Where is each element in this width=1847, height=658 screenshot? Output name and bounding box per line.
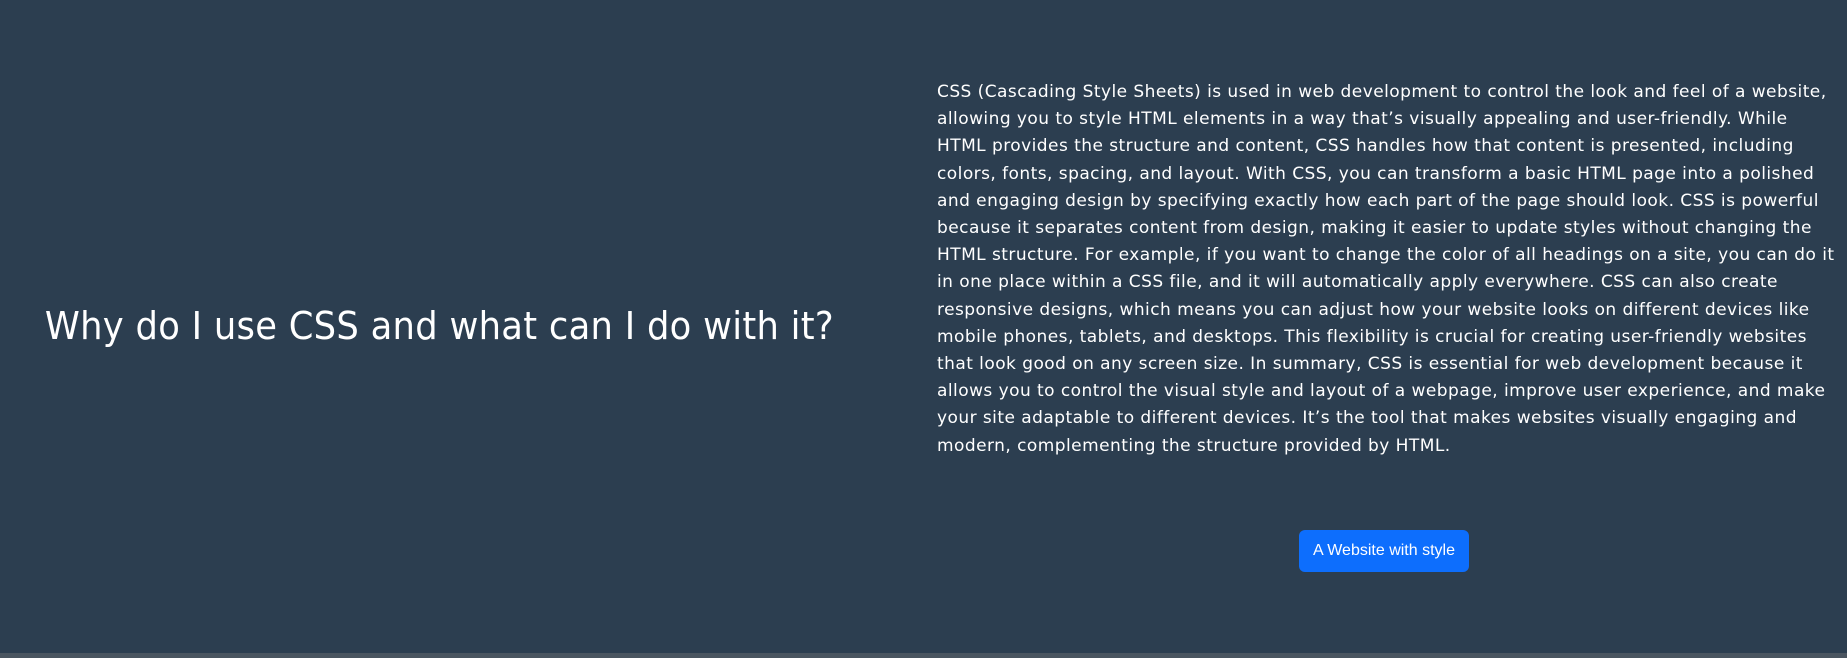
- page-title: Why do I use CSS and what can I do with …: [45, 303, 835, 348]
- button-container: A Website with style: [937, 530, 1837, 572]
- bottom-divider: [0, 653, 1847, 658]
- website-with-style-button[interactable]: A Website with style: [1299, 530, 1469, 572]
- css-info-section: Why do I use CSS and what can I do with …: [0, 0, 1847, 653]
- text-column: CSS (Cascading Style Sheets) is used in …: [937, 79, 1837, 572]
- heading-column: Why do I use CSS and what can I do with …: [0, 0, 925, 653]
- css-description-paragraph: CSS (Cascading Style Sheets) is used in …: [937, 82, 1835, 456]
